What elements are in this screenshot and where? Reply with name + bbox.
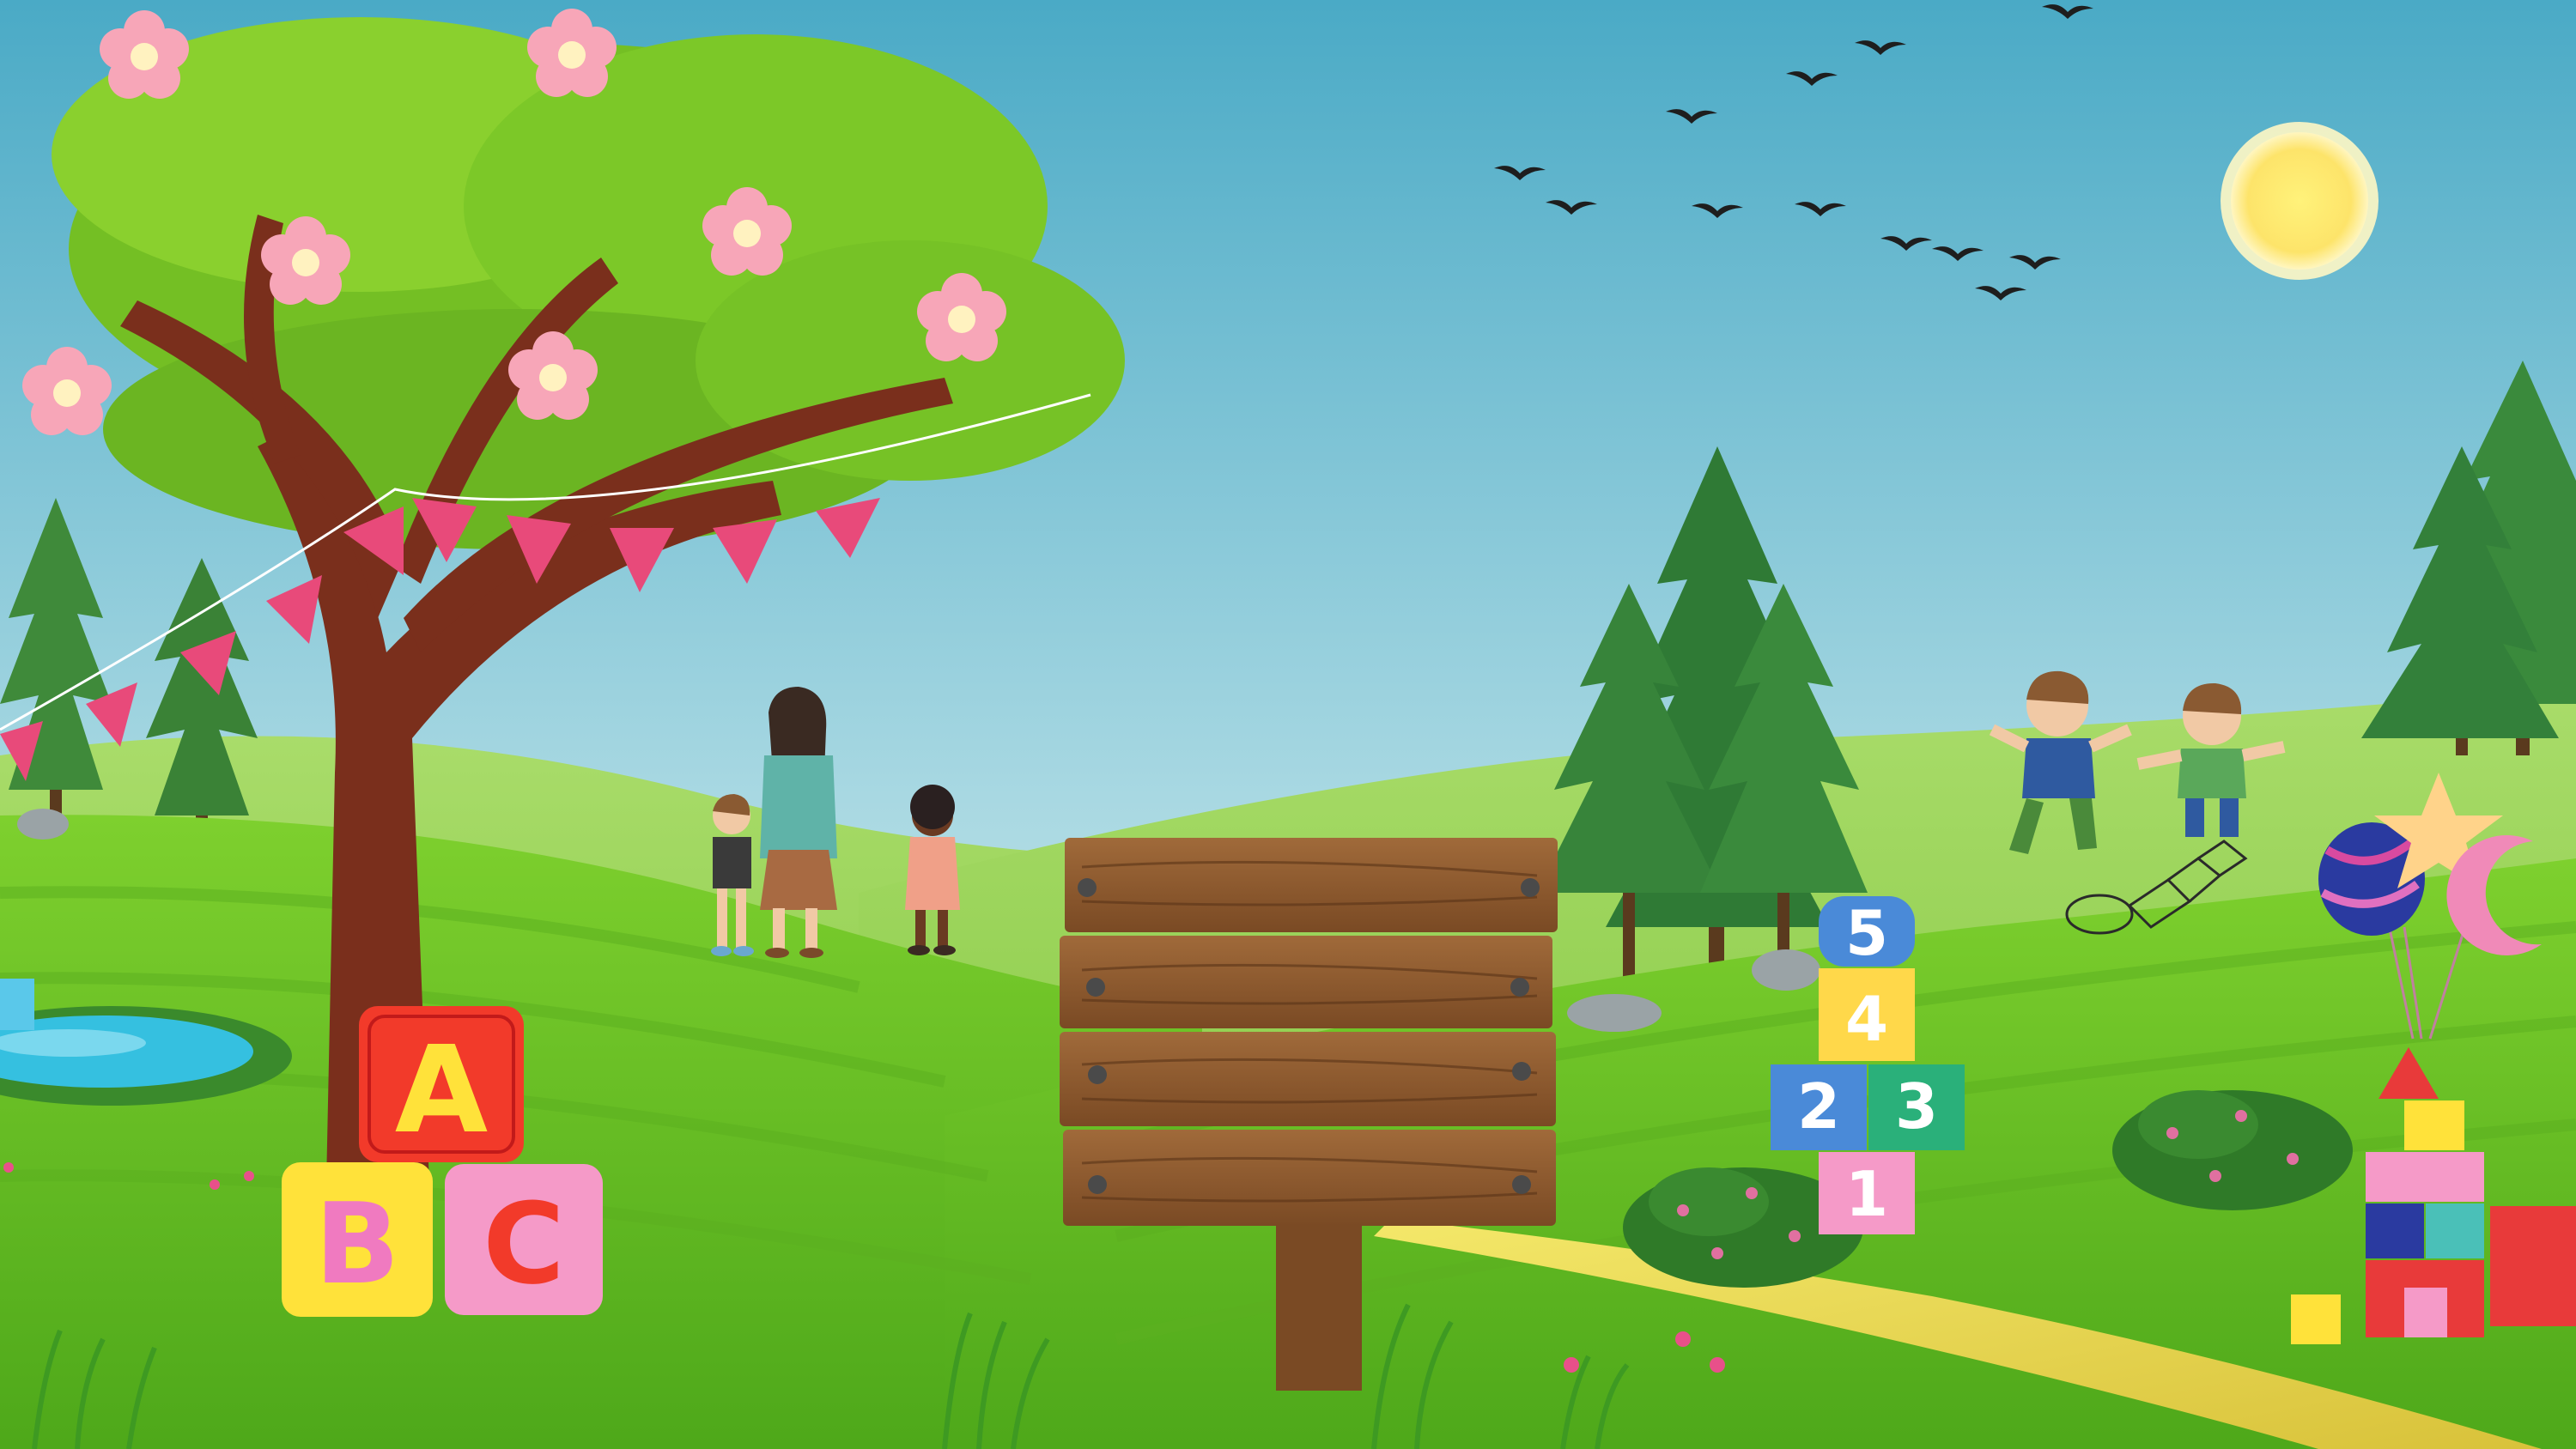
hopscotch-label-4: 4 <box>1845 983 1888 1055</box>
hopscotch-label-2: 2 <box>1797 1070 1840 1143</box>
block-c-letter: C <box>483 1179 564 1309</box>
signboard-post <box>1276 1219 1362 1391</box>
sun-icon <box>2221 122 2379 280</box>
signboard-plank-4 <box>1063 1130 1556 1226</box>
signboard-plank-1 <box>1065 838 1558 932</box>
hopscotch-label-3: 3 <box>1895 1070 1938 1143</box>
flower-bush-right <box>2112 1090 2353 1210</box>
scene-svg: 5 4 2 3 1 A B C <box>0 0 2576 1449</box>
hopscotch-label-5: 5 <box>1845 897 1888 969</box>
signboard-plank-2 <box>1060 936 1552 1028</box>
block-a-letter: A <box>395 1021 488 1161</box>
signboard-plank-3 <box>1060 1032 1556 1126</box>
hopscotch-label-1: 1 <box>1845 1158 1888 1230</box>
playground-meadow-scene: 5 4 2 3 1 A B C <box>0 0 2576 1449</box>
block-b-letter: B <box>314 1179 399 1309</box>
